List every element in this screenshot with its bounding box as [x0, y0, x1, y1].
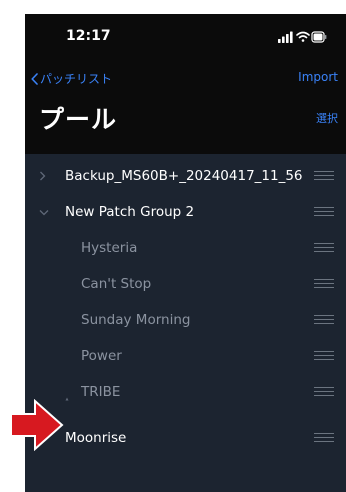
- status-time: 12:17: [66, 28, 111, 44]
- patch-name: TRIBE: [81, 384, 121, 400]
- list-item-patch[interactable]: Power: [25, 338, 346, 374]
- list-item-patch[interactable]: TRIBE: [25, 374, 346, 410]
- patch-name: Power: [81, 348, 122, 364]
- patch-name: Hysteria: [81, 240, 138, 256]
- group-name: Backup_MS60B+_20240417_11_56: [65, 168, 303, 184]
- drag-handle-icon[interactable]: [314, 387, 334, 397]
- list-item-patch[interactable]: Can't Stop: [25, 266, 346, 302]
- red-arrow-icon: [10, 399, 64, 451]
- signal-icon: [278, 31, 293, 43]
- drag-handle-icon[interactable]: [314, 433, 334, 443]
- import-button[interactable]: Import: [298, 70, 338, 84]
- status-icons: [278, 31, 327, 43]
- select-button[interactable]: 選択: [316, 110, 338, 126]
- list-item-patch-loose[interactable]: Moonrise: [25, 420, 346, 456]
- patch-name: Sunday Morning: [81, 312, 191, 328]
- page-title: プール: [39, 105, 118, 134]
- list-item-group-new-patch[interactable]: New Patch Group 2: [25, 194, 346, 230]
- phone-screen: 12:17 パッチリスト Import プール 選択 Backup_MS60B+…: [25, 14, 346, 492]
- battery-icon: [311, 31, 327, 43]
- patch-name: Moonrise: [65, 430, 127, 446]
- drag-handle-icon[interactable]: [314, 351, 334, 361]
- wifi-icon: [296, 31, 310, 42]
- back-button-label: パッチリスト: [40, 72, 113, 86]
- back-chevron-icon: [31, 72, 38, 85]
- drag-handle-icon[interactable]: [314, 279, 334, 289]
- list-item-patch[interactable]: Hysteria: [25, 230, 346, 266]
- navigation-header: 12:17 パッチリスト Import プール 選択: [25, 14, 346, 154]
- back-button[interactable]: パッチリスト: [31, 70, 112, 87]
- chevron-down-icon[interactable]: [39, 194, 49, 230]
- drag-handle-icon[interactable]: [314, 315, 334, 325]
- drag-handle-icon[interactable]: [314, 207, 334, 217]
- group-name: New Patch Group 2: [65, 204, 195, 220]
- drag-handle-icon[interactable]: [314, 171, 334, 181]
- drag-handle-icon[interactable]: [314, 243, 334, 253]
- list-item-group-backup[interactable]: Backup_MS60B+_20240417_11_56: [25, 158, 346, 194]
- list-item-patch[interactable]: Sunday Morning: [25, 302, 346, 338]
- chevron-right-icon[interactable]: [39, 158, 46, 194]
- insertion-marker-icon: [65, 397, 69, 401]
- patch-name: Can't Stop: [81, 276, 152, 292]
- pool-list: Backup_MS60B+_20240417_11_56 New Patch G…: [25, 158, 346, 456]
